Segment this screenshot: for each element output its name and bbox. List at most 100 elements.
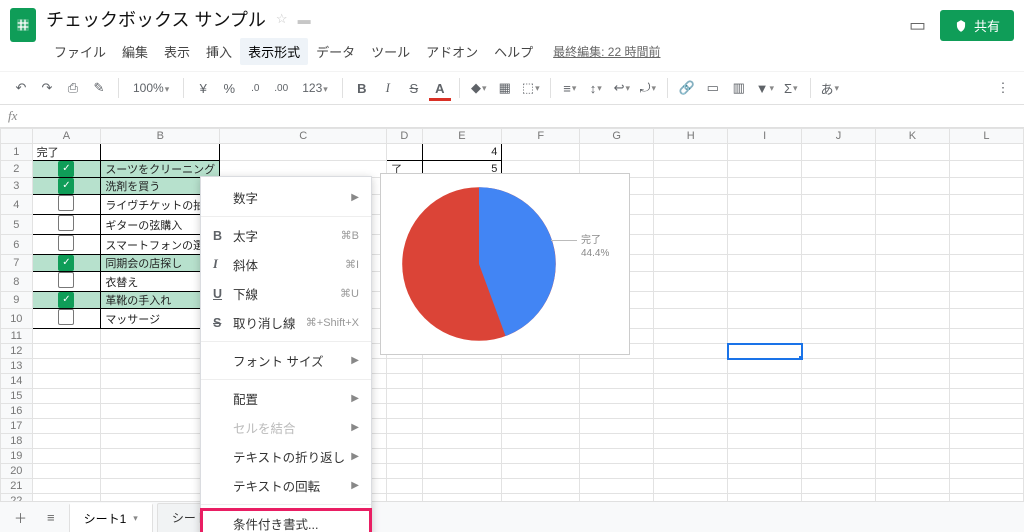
format-menu-item[interactable]: B太字⌘B xyxy=(201,221,371,250)
cell[interactable] xyxy=(728,329,802,344)
cell[interactable] xyxy=(422,389,502,404)
task-checkbox[interactable] xyxy=(58,235,74,251)
row-header-10[interactable]: 10 xyxy=(1,309,33,329)
cell[interactable] xyxy=(949,309,1023,329)
cell[interactable] xyxy=(32,161,101,178)
cell[interactable] xyxy=(875,449,949,464)
h-align-button[interactable]: ≡▾ xyxy=(559,77,581,99)
cell[interactable] xyxy=(654,434,728,449)
cell[interactable] xyxy=(387,359,422,374)
cell[interactable] xyxy=(654,272,728,292)
task-checkbox[interactable] xyxy=(58,292,74,308)
cell[interactable] xyxy=(802,178,876,195)
cell[interactable] xyxy=(502,449,580,464)
col-header-D[interactable]: D xyxy=(387,129,422,144)
comment-button[interactable]: ▭ xyxy=(702,77,724,99)
col-header-B[interactable]: B xyxy=(101,129,220,144)
cell[interactable] xyxy=(32,255,101,272)
task-checkbox[interactable] xyxy=(58,178,74,194)
row-header-8[interactable]: 8 xyxy=(1,272,33,292)
cell[interactable] xyxy=(949,374,1023,389)
cell[interactable] xyxy=(654,235,728,255)
cell[interactable] xyxy=(654,404,728,419)
cell[interactable] xyxy=(875,292,949,309)
cell[interactable] xyxy=(654,195,728,215)
cell[interactable] xyxy=(502,359,580,374)
cell[interactable] xyxy=(802,419,876,434)
cell[interactable] xyxy=(654,419,728,434)
row-header-20[interactable]: 20 xyxy=(1,464,33,479)
cell[interactable] xyxy=(802,161,876,178)
star-icon[interactable]: ☆ xyxy=(276,11,288,27)
zoom-select[interactable]: 100%▾ xyxy=(127,81,175,95)
cell[interactable] xyxy=(387,419,422,434)
redo-button[interactable]: ↷ xyxy=(36,77,58,99)
task-checkbox[interactable] xyxy=(58,309,74,325)
cell[interactable] xyxy=(802,215,876,235)
cell[interactable] xyxy=(728,272,802,292)
cell[interactable] xyxy=(802,359,876,374)
cell[interactable] xyxy=(387,449,422,464)
cell[interactable] xyxy=(32,272,101,292)
cell[interactable] xyxy=(802,195,876,215)
row-header-15[interactable]: 15 xyxy=(1,389,33,404)
cell[interactable] xyxy=(875,404,949,419)
row-header-11[interactable]: 11 xyxy=(1,329,33,344)
functions-button[interactable]: Σ▾ xyxy=(780,77,802,99)
cell[interactable] xyxy=(875,374,949,389)
row-header-6[interactable]: 6 xyxy=(1,235,33,255)
cell[interactable] xyxy=(654,374,728,389)
cell[interactable] xyxy=(502,404,580,419)
cell[interactable] xyxy=(728,404,802,419)
cell[interactable]: 4 xyxy=(422,144,502,161)
cell[interactable] xyxy=(728,255,802,272)
format-menu-item[interactable]: テキストの折り返し▶ xyxy=(201,442,371,471)
format-currency-button[interactable]: ¥ xyxy=(192,77,214,99)
cell[interactable] xyxy=(502,144,580,161)
cell[interactable] xyxy=(580,359,654,374)
cell[interactable] xyxy=(949,144,1023,161)
cell[interactable] xyxy=(502,389,580,404)
cell[interactable] xyxy=(502,419,580,434)
cell[interactable] xyxy=(422,359,502,374)
cell[interactable] xyxy=(32,178,101,195)
cell[interactable] xyxy=(728,359,802,374)
menu-ツール[interactable]: ツール xyxy=(363,38,418,65)
cell[interactable] xyxy=(32,292,101,309)
row-header-17[interactable]: 17 xyxy=(1,419,33,434)
format-menu-item[interactable]: I斜体⌘I xyxy=(201,250,371,279)
cell[interactable] xyxy=(875,389,949,404)
cell[interactable] xyxy=(654,178,728,195)
task-checkbox[interactable] xyxy=(58,195,74,211)
cell[interactable] xyxy=(387,389,422,404)
cell[interactable] xyxy=(654,161,728,178)
cell[interactable] xyxy=(802,449,876,464)
cell[interactable] xyxy=(422,434,502,449)
cell[interactable] xyxy=(728,344,802,359)
cell[interactable] xyxy=(502,434,580,449)
link-button[interactable]: 🔗 xyxy=(676,77,698,99)
cell[interactable] xyxy=(422,419,502,434)
fill-color-button[interactable]: ◆▾ xyxy=(468,77,490,99)
format-menu-item[interactable]: S取り消し線⌘+Shift+X xyxy=(201,308,371,337)
wrap-button[interactable]: ↩▾ xyxy=(611,77,633,99)
format-menu-item[interactable]: テキストの回転▶ xyxy=(201,471,371,500)
format-percent-button[interactable]: % xyxy=(218,77,240,99)
cell[interactable] xyxy=(32,235,101,255)
more-formats-button[interactable]: 123▾ xyxy=(296,81,334,95)
row-header-21[interactable]: 21 xyxy=(1,479,33,494)
format-menu-item[interactable]: 数字▶ xyxy=(201,183,371,212)
cell[interactable] xyxy=(101,144,220,161)
row-header-1[interactable]: 1 xyxy=(1,144,33,161)
decrease-decimal-button[interactable]: .0 xyxy=(244,77,266,99)
cell[interactable] xyxy=(949,359,1023,374)
cell[interactable] xyxy=(802,329,876,344)
task-checkbox[interactable] xyxy=(58,161,74,177)
cell[interactable] xyxy=(32,449,101,464)
row-header-18[interactable]: 18 xyxy=(1,434,33,449)
cell[interactable] xyxy=(949,479,1023,494)
merge-button[interactable]: ⬚▾ xyxy=(520,77,542,99)
cell[interactable] xyxy=(32,215,101,235)
borders-button[interactable]: ▦ xyxy=(494,77,516,99)
cell[interactable] xyxy=(875,464,949,479)
